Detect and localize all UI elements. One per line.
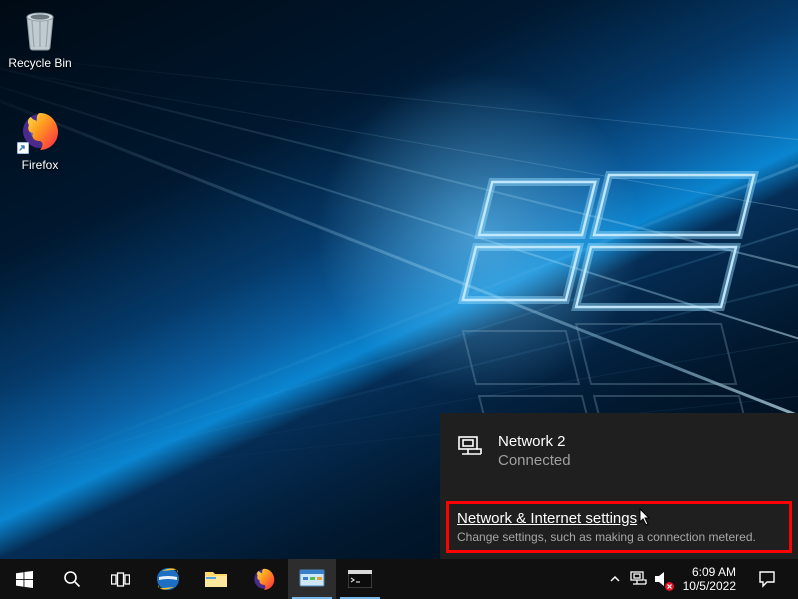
ie-icon — [154, 565, 182, 593]
recycle-bin-label: Recycle Bin — [2, 56, 78, 70]
recycle-bin-desktop-icon[interactable]: Recycle Bin — [2, 6, 78, 70]
network-settings-subtitle: Change settings, such as making a connec… — [457, 530, 781, 544]
network-settings-link[interactable]: Network & Internet settings Change setti… — [457, 509, 781, 545]
firefox-icon — [252, 567, 276, 591]
network-settings-title: Network & Internet settings — [457, 509, 781, 529]
taskbar-app-file-explorer[interactable] — [192, 559, 240, 599]
firefox-desktop-icon[interactable]: Firefox — [2, 108, 78, 172]
action-center-button[interactable] — [744, 570, 790, 588]
windows-logo-icon — [16, 571, 33, 588]
firefox-icon — [17, 108, 63, 154]
start-button[interactable] — [0, 559, 48, 599]
notification-icon — [758, 570, 776, 588]
taskbar-app-control-panel[interactable] — [288, 559, 336, 599]
recycle-bin-icon — [17, 6, 63, 52]
error-badge-icon — [665, 582, 674, 591]
taskbar-spacer — [384, 559, 603, 599]
taskbar-app-firefox[interactable] — [240, 559, 288, 599]
wallpaper-beam — [0, 55, 798, 396]
network-status: Connected — [498, 452, 571, 471]
wallpaper-beam — [0, 50, 798, 197]
network-name: Network 2 — [498, 433, 571, 452]
search-button[interactable] — [48, 559, 96, 599]
taskbar: 6:09 AM 10/5/2022 — [0, 559, 798, 599]
system-tray: 6:09 AM 10/5/2022 — [603, 559, 798, 599]
control-panel-icon — [299, 569, 325, 589]
taskbar-app-ie[interactable] — [144, 559, 192, 599]
ethernet-icon — [456, 433, 484, 457]
desktop[interactable]: Recycle Bin Fi — [0, 0, 798, 559]
firefox-label: Firefox — [2, 158, 78, 172]
wallpaper-beam — [0, 60, 798, 304]
task-view-icon — [111, 572, 130, 587]
taskbar-app-terminal[interactable] — [336, 559, 384, 599]
annotation-highlight: Network & Internet settings Change setti… — [446, 501, 792, 554]
tray-network-button[interactable] — [627, 559, 651, 599]
network-entry[interactable]: Network 2 Connected — [456, 433, 784, 471]
terminal-icon — [348, 570, 372, 588]
search-icon — [63, 570, 81, 588]
clock-date: 10/5/2022 — [683, 579, 736, 593]
task-view-button[interactable] — [96, 559, 144, 599]
network-flyout: Network 2 Connected Network & Internet s… — [440, 413, 798, 559]
chevron-up-icon — [609, 573, 621, 585]
tray-volume-button[interactable] — [651, 559, 675, 599]
wallpaper-windows-logo — [456, 167, 776, 317]
taskbar-clock[interactable]: 6:09 AM 10/5/2022 — [675, 565, 744, 594]
ethernet-icon — [630, 571, 648, 587]
tray-overflow-button[interactable] — [603, 559, 627, 599]
file-explorer-icon — [204, 569, 228, 589]
clock-time: 6:09 AM — [692, 565, 736, 579]
